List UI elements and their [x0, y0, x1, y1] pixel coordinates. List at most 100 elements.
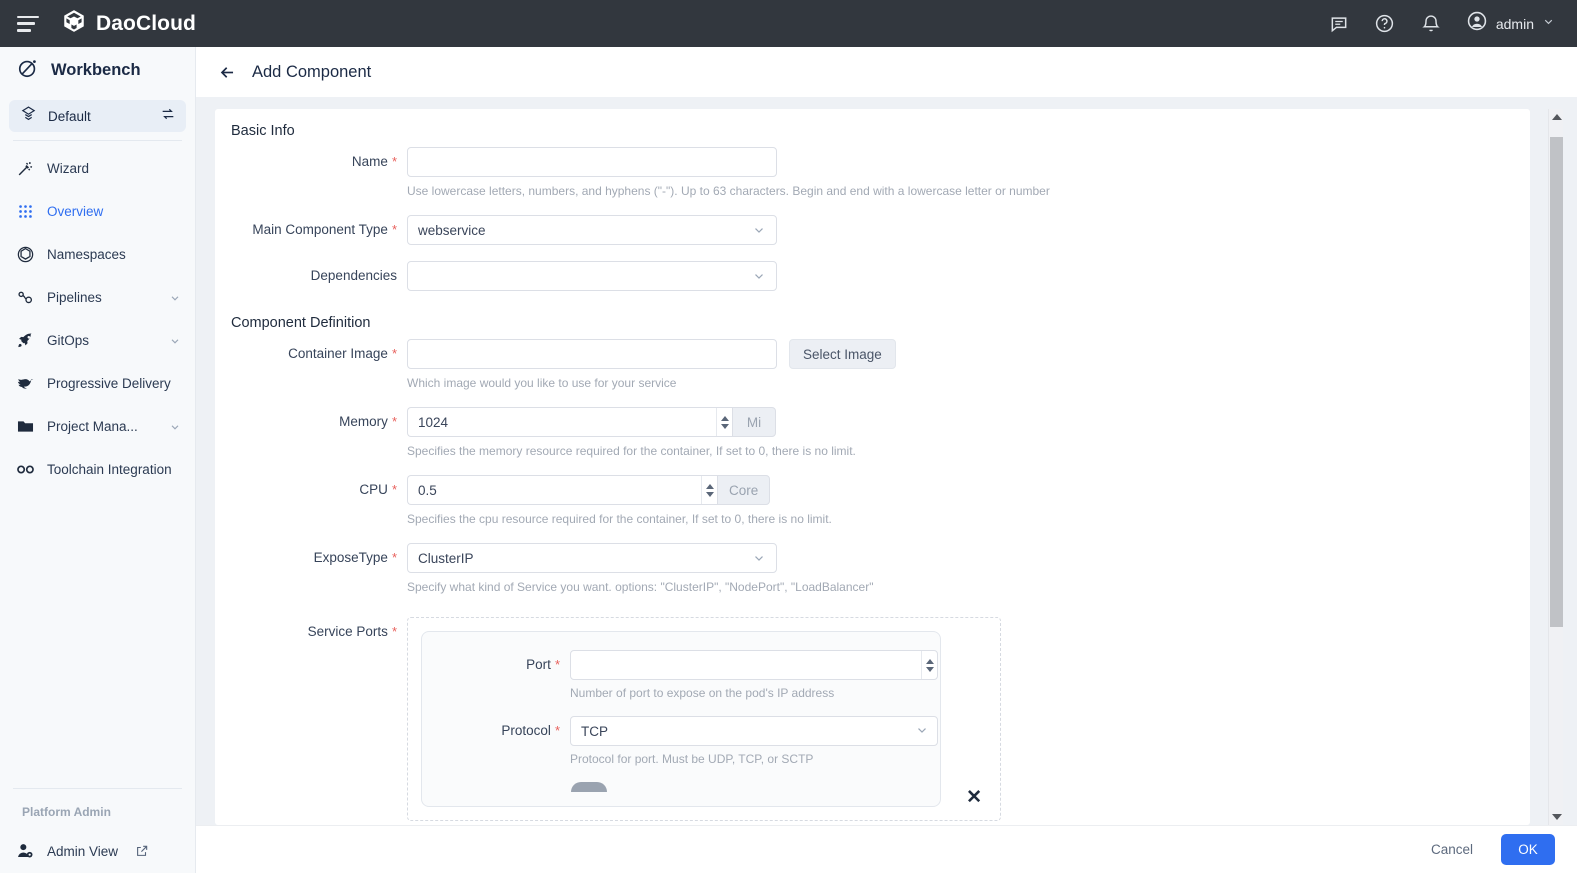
cpu-unit: Core: [717, 475, 771, 505]
main-component-type-select[interactable]: webservice: [407, 215, 777, 245]
sidebar-item-toolchain-integration[interactable]: Toolchain Integration: [0, 448, 195, 491]
stepper-up-icon[interactable]: [720, 415, 729, 421]
field-row-service-ports: Service Ports * Port * Number of port to…: [215, 617, 1530, 821]
expose-type-value: ClusterIP: [418, 550, 474, 566]
cancel-button[interactable]: Cancel: [1419, 835, 1485, 865]
sidebar-item-label: Overview: [47, 204, 104, 219]
chevron-down-icon: [752, 551, 766, 565]
admin-view-label: Admin View: [47, 843, 119, 859]
chevron-down-icon: [752, 223, 766, 237]
chevron-down-icon: [1542, 15, 1555, 33]
label-service-ports: Service Ports *: [307, 624, 397, 639]
required-marker: *: [554, 657, 560, 672]
notification-icon[interactable]: [1420, 13, 1442, 35]
hamburger-icon[interactable]: [17, 15, 39, 32]
sidebar-item-admin-view[interactable]: Admin View: [0, 829, 195, 873]
chevron-down-icon[interactable]: [169, 421, 181, 433]
switch-workspace-icon[interactable]: [160, 106, 176, 127]
page-header: Add Component: [196, 47, 1577, 97]
stepper-up-icon[interactable]: [705, 483, 714, 489]
chevron-down-icon[interactable]: [169, 335, 181, 347]
port-hint: Number of port to expose on the pod's IP…: [570, 686, 835, 700]
field-row-main-component-type: Main Component Type * webservice: [215, 215, 1530, 245]
memory-hint: Specifies the memory resource required f…: [407, 444, 856, 458]
vertical-scrollbar[interactable]: [1548, 109, 1563, 825]
protocol-hint: Protocol for port. Must be UDP, TCP, or …: [570, 752, 814, 766]
label-cpu: CPU *: [359, 482, 397, 497]
sidebar-item-wizard[interactable]: Wizard: [0, 147, 195, 190]
scroll-down-arrow[interactable]: [1549, 809, 1564, 825]
port-input[interactable]: [570, 650, 938, 680]
service-port-entry: Port * Number of port to expose on the p…: [421, 631, 941, 807]
field-row-container-image: Container Image * Select Image Which imag…: [215, 339, 1530, 391]
close-icon[interactable]: ✕: [966, 788, 982, 807]
cpu-input[interactable]: 0.5: [407, 475, 717, 505]
grid-icon: [14, 203, 36, 220]
protocol-select[interactable]: TCP: [570, 716, 938, 746]
chevron-down-icon: [915, 723, 929, 740]
brand-logo[interactable]: DaoCloud: [61, 8, 196, 39]
sidebar-item-namespaces[interactable]: Namespaces: [0, 233, 195, 276]
sidebar-item-label: Progressive Delivery: [47, 376, 171, 391]
infinity-icon: [14, 459, 36, 480]
user-menu[interactable]: admin: [1466, 10, 1555, 37]
memory-stepper[interactable]: [716, 408, 732, 436]
user-name: admin: [1495, 15, 1534, 32]
cpu-hint: Specifies the cpu resource required for …: [407, 512, 832, 526]
label-port: Port *: [526, 657, 560, 672]
select-image-button[interactable]: Select Image: [789, 339, 896, 369]
field-row-dependencies: Dependencies: [215, 261, 1530, 291]
required-marker: *: [391, 346, 397, 361]
expose-toggle[interactable]: [571, 782, 607, 792]
sidebar-item-overview[interactable]: Overview: [0, 190, 195, 233]
field-row-expose-type: ExposeType * ClusterIP Specify what kind …: [215, 543, 1530, 595]
stepper-down-icon[interactable]: [720, 423, 729, 429]
workbench-header[interactable]: Workbench: [0, 47, 195, 94]
container-image-hint: Which image would you like to use for yo…: [407, 376, 677, 390]
cpu-stepper[interactable]: [701, 476, 717, 504]
container-image-input[interactable]: [407, 339, 777, 369]
sidebar-item-gitops[interactable]: GitOps: [0, 319, 195, 362]
help-icon[interactable]: [1374, 13, 1396, 35]
dependencies-select[interactable]: [407, 261, 777, 291]
wand-icon: [14, 159, 36, 178]
cpu-value: 0.5: [418, 482, 437, 498]
sidebar-item-label: Pipelines: [47, 290, 102, 305]
rocket-icon: [14, 331, 36, 350]
name-input[interactable]: [407, 147, 777, 177]
sidebar-item-progressive-delivery[interactable]: Progressive Delivery: [0, 362, 195, 405]
ok-button[interactable]: OK: [1501, 834, 1555, 865]
sidebar-bottom: Platform Admin Admin View: [0, 788, 195, 873]
scroll-up-arrow[interactable]: [1549, 109, 1564, 125]
sidebar-item-label: Namespaces: [47, 247, 126, 262]
required-marker: *: [554, 723, 560, 738]
memory-value: 1024: [418, 414, 449, 430]
sidebar-item-label: Project Mana...: [47, 419, 138, 434]
workspace-icon: [20, 105, 37, 127]
form-card: Basic Info Name * Use lowercase letters, …: [215, 109, 1530, 825]
workspace-selector[interactable]: Default: [9, 100, 186, 132]
application-root: DaoCloud admin Workbench Default Wizard …: [0, 0, 1577, 873]
sidebar-item-pipelines[interactable]: Pipelines: [0, 276, 195, 319]
service-ports-container: Port * Number of port to expose on the p…: [407, 617, 1001, 821]
bird-icon: [14, 374, 36, 394]
chevron-down-icon[interactable]: [169, 292, 181, 304]
port-stepper[interactable]: [921, 651, 937, 679]
feedback-icon[interactable]: [1328, 13, 1350, 35]
stepper-down-icon[interactable]: [705, 491, 714, 497]
workbench-icon: [17, 57, 39, 84]
arrow-left-icon[interactable]: [216, 61, 238, 83]
dialog-footer: Cancel OK: [196, 825, 1577, 873]
name-hint: Use lowercase letters, numbers, and hyph…: [407, 184, 1050, 198]
expose-type-select[interactable]: ClusterIP: [407, 543, 777, 573]
sidebar-item-project-management[interactable]: Project Mana...: [0, 405, 195, 448]
scrollbar-thumb[interactable]: [1550, 137, 1563, 627]
stepper-up-icon[interactable]: [925, 658, 934, 664]
field-row-memory: Memory * 1024 Mi Specifies the memory re…: [215, 407, 1530, 459]
platform-admin-group-title: Platform Admin: [22, 805, 111, 819]
memory-input[interactable]: 1024: [407, 407, 732, 437]
stepper-down-icon[interactable]: [925, 666, 934, 672]
content-wrapper: Basic Info Name * Use lowercase letters, …: [196, 97, 1577, 873]
required-marker: *: [391, 482, 397, 497]
daocloud-logo-icon: [61, 8, 87, 39]
